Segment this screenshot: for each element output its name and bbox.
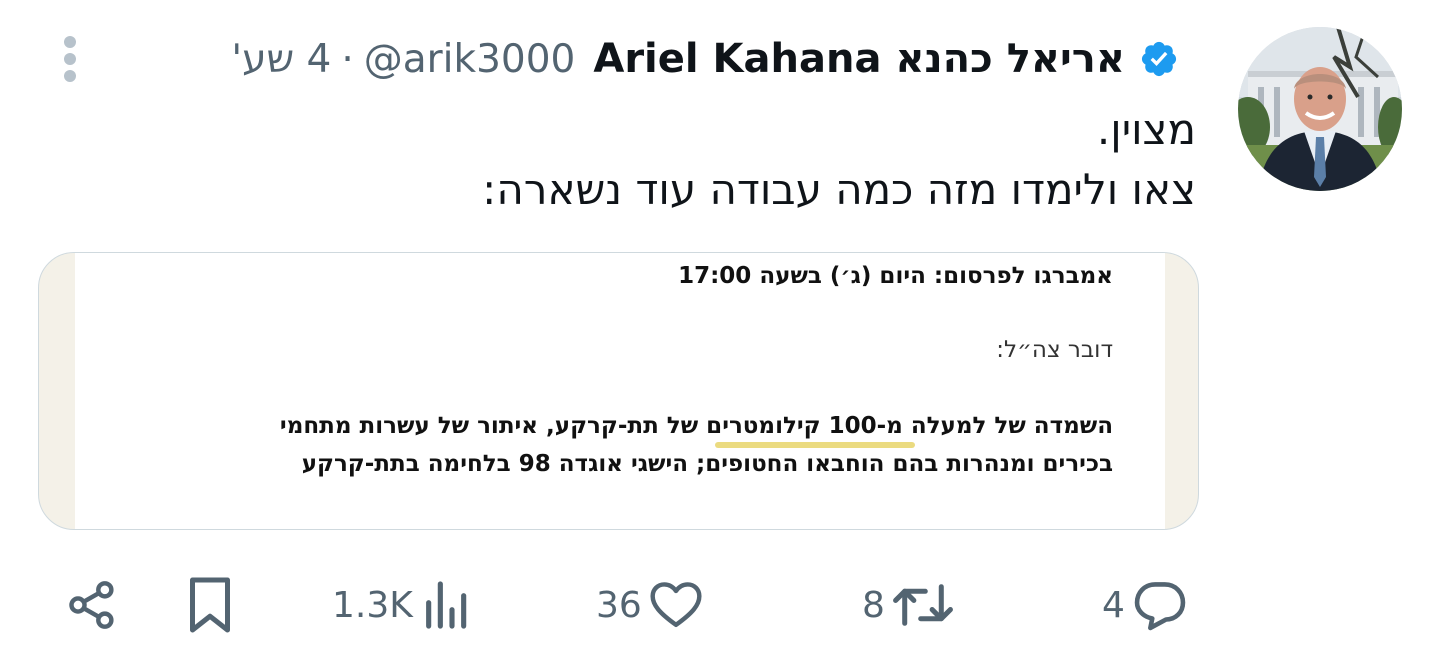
more-options-icon[interactable]: [60, 36, 80, 86]
tweet-text-line-2: צאו ולימדו מזה כמה עבודה עוד נשארה:: [482, 165, 1196, 214]
tweet-header: אריאל כהנא Ariel Kahana @arik3000 · 4 שע…: [231, 30, 1181, 88]
share-button[interactable]: [64, 570, 120, 640]
retweet-button[interactable]: 8: [862, 570, 955, 640]
profile-photo: [1238, 27, 1402, 191]
separator-dot: ·: [341, 36, 354, 82]
verified-badge-icon: [1137, 37, 1181, 81]
like-count: 36: [596, 584, 642, 626]
tweet-text: מצוין. צאו ולימדו מזה כמה עבודה עוד נשאר…: [296, 100, 1196, 220]
views-chart-icon: [425, 581, 467, 629]
tweet-media-image[interactable]: אמברגו לפרסום: היום (ג׳) בשעה 17:00 דובר…: [38, 252, 1199, 530]
text-highlight-underline: [715, 442, 915, 448]
tweet-timestamp[interactable]: 4 שע': [231, 37, 331, 82]
media-document: אמברגו לפרסום: היום (ג׳) בשעה 17:00 דובר…: [75, 253, 1165, 529]
reply-icon: [1134, 582, 1186, 631]
avatar[interactable]: [1238, 27, 1402, 191]
media-body-line-2: בכירים ומנהרות בהם הוחבאו החטופים; הישגי…: [301, 451, 1113, 477]
media-body-line-1: השמדה של למעלה מ-100 קילומטרים של תת-קרק…: [279, 413, 1113, 439]
bookmark-icon: [190, 577, 230, 633]
author-display-name[interactable]: אריאל כהנא Ariel Kahana: [593, 36, 1125, 82]
tweet-action-bar: 1.3K 36 8 4: [0, 570, 1439, 640]
tweet-text-line-1: מצוין.: [1096, 105, 1196, 154]
share-icon: [69, 581, 114, 629]
retweet-count: 8: [862, 584, 885, 626]
views-count: 1.3K: [332, 584, 413, 626]
media-embargo-line: אמברגו לפרסום: היום (ג׳) בשעה 17:00: [678, 263, 1113, 289]
retweet-icon: [892, 584, 953, 626]
author-handle[interactable]: @arik3000: [364, 37, 576, 82]
like-heart-icon: [650, 582, 702, 628]
views-button[interactable]: 1.3K: [332, 570, 471, 640]
like-button[interactable]: 36: [596, 570, 704, 640]
media-spokesperson-line: דובר צה״ל:: [996, 337, 1113, 363]
reply-count: 4: [1102, 584, 1125, 626]
reply-button[interactable]: 4: [1102, 570, 1189, 640]
bookmark-button[interactable]: [184, 570, 236, 640]
